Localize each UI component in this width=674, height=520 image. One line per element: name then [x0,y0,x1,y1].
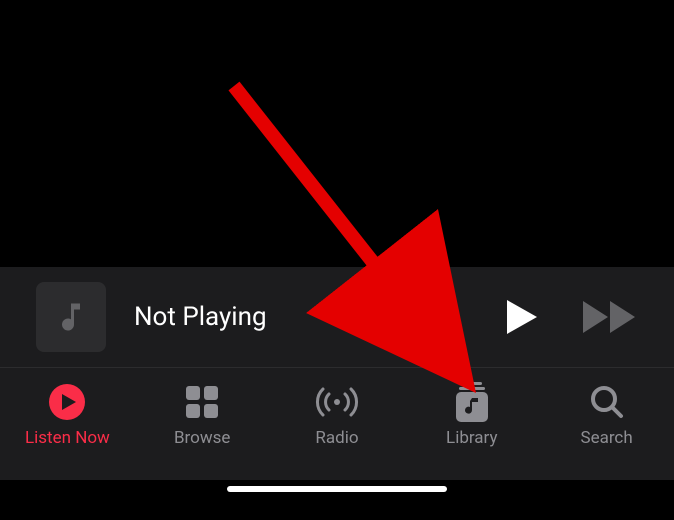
tab-library[interactable]: Library [404,368,539,480]
fast-forward-icon [583,301,637,333]
tab-browse[interactable]: Browse [135,368,270,480]
play-button[interactable] [502,300,542,334]
play-circle-icon [48,383,86,421]
library-icon [454,382,490,422]
now-playing-status: Not Playing [134,302,267,332]
fast-forward-button[interactable] [582,301,638,333]
music-note-icon [53,299,89,335]
tab-label-listen-now: Listen Now [25,428,110,448]
home-indicator[interactable] [227,486,447,492]
tab-label-library: Library [446,428,497,448]
tab-label-radio: Radio [315,428,358,448]
tab-label-browse: Browse [174,428,230,448]
tab-radio[interactable]: Radio [270,368,405,480]
play-icon [507,300,537,334]
now-playing-bar[interactable]: Not Playing [0,267,674,368]
tab-bar: Listen Now Browse [0,368,674,480]
now-playing-artwork [36,282,106,352]
tab-listen-now[interactable]: Listen Now [0,368,135,480]
tab-search[interactable]: Search [539,368,674,480]
tab-label-search: Search [580,428,632,448]
radio-waves-icon [315,384,359,420]
content-area [0,0,674,267]
search-icon [589,384,625,420]
grid-icon [184,384,220,420]
